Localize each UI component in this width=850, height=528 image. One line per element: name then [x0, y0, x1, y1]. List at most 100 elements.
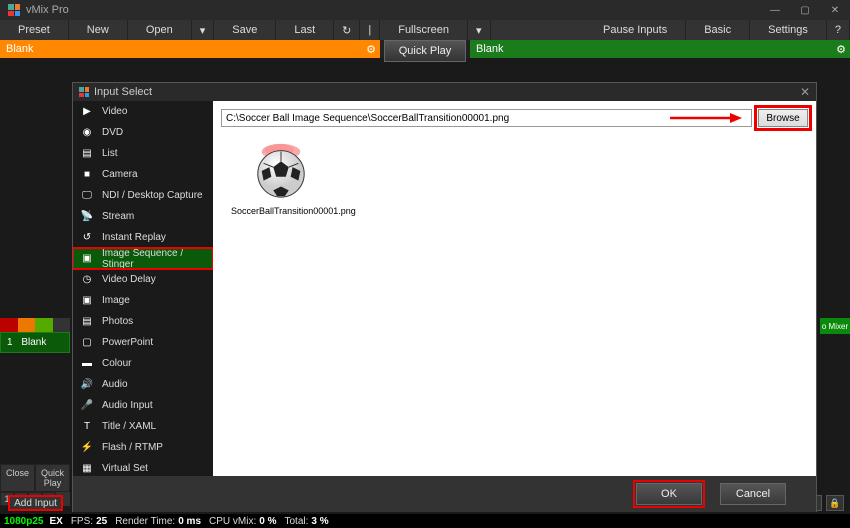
status-fps-label: FPS:: [71, 516, 93, 527]
preset-button[interactable]: Preset: [0, 20, 69, 40]
dialog-titlebar: Input Select ✕: [73, 83, 816, 101]
save-button[interactable]: Save: [214, 20, 276, 40]
fullscreen-button[interactable]: Fullscreen: [380, 20, 468, 40]
status-resolution: 1080p25: [4, 516, 43, 527]
status-total: 3 %: [311, 516, 328, 527]
audio-mixer-button[interactable]: o Mixer: [820, 318, 850, 334]
presentation-icon: ▢: [79, 336, 95, 350]
soccer-ball-icon: [252, 142, 310, 200]
text-icon: T: [79, 420, 95, 434]
status-render: 0 ms: [178, 516, 201, 527]
close-button[interactable]: ✕: [820, 0, 850, 20]
ok-button[interactable]: OK: [636, 483, 702, 505]
sidebar-item-powerpoint[interactable]: ▢PowerPoint: [73, 332, 213, 353]
color-row: [0, 318, 70, 332]
preview-channel[interactable]: Blank ⚙: [0, 40, 380, 58]
titlebar: vMix Pro — ▢ ✕: [0, 0, 850, 20]
dialog-title: Input Select: [94, 86, 152, 98]
mic-icon: 🎤: [79, 399, 95, 413]
sidebar-item-ndi[interactable]: 🖵NDI / Desktop Capture: [73, 185, 213, 206]
status-total-label: Total:: [284, 516, 308, 527]
status-fps: 25: [96, 516, 107, 527]
pause-inputs-button[interactable]: Pause Inputs: [585, 20, 686, 40]
dialog-main: Browse: [213, 101, 816, 476]
antenna-icon: 📡: [79, 210, 95, 224]
sidebar-item-list[interactable]: ▤List: [73, 143, 213, 164]
sidebar-item-stream[interactable]: 📡Stream: [73, 206, 213, 227]
gear-icon[interactable]: ⚙: [366, 43, 376, 56]
photos-icon: ▤: [79, 315, 95, 329]
speaker-icon: 🔊: [79, 378, 95, 392]
sidebar-item-title[interactable]: TTitle / XAML: [73, 416, 213, 437]
preview-label: Blank: [6, 43, 34, 55]
play-icon: ▶: [79, 105, 95, 119]
input-select-dialog: Input Select ✕ ▶Video ◉DVD ▤List ■Camera…: [72, 82, 817, 512]
app-title: vMix Pro: [26, 4, 69, 16]
input-type-sidebar: ▶Video ◉DVD ▤List ■Camera 🖵NDI / Desktop…: [73, 101, 213, 476]
sidebar-item-video[interactable]: ▶Video: [73, 101, 213, 122]
open-dropdown-icon[interactable]: ▾: [192, 20, 215, 40]
output-channel[interactable]: Blank ⚙: [470, 40, 850, 58]
basic-button[interactable]: Basic: [686, 20, 750, 40]
sidebar-item-virtual-set[interactable]: ▦Virtual Set: [73, 458, 213, 476]
thumbnail-filename: SoccerBallTransition00001.png: [231, 206, 331, 216]
sidebar-item-video-delay[interactable]: ◷Video Delay: [73, 269, 213, 290]
status-cpu-label: CPU vMix:: [209, 516, 256, 527]
sidebar-item-image[interactable]: ▣Image: [73, 290, 213, 311]
camera-icon: ■: [79, 168, 95, 182]
status-bar: 1080p25 EX FPS: 25 Render Time: 0 ms CPU…: [0, 514, 850, 528]
dialog-footer: OK Cancel: [73, 476, 816, 512]
image-icon: ▣: [79, 294, 95, 308]
close-icon[interactable]: ✕: [800, 85, 810, 99]
settings-button[interactable]: Settings: [750, 20, 827, 40]
input-number: 1: [7, 337, 13, 348]
separator-icon: |: [360, 20, 380, 40]
app-logo-icon: [8, 4, 20, 16]
sidebar-item-image-sequence[interactable]: ▣Image Sequence / Stinger: [73, 248, 213, 269]
app-logo-icon: [79, 87, 89, 97]
sidebar-item-audio-input[interactable]: 🎤Audio Input: [73, 395, 213, 416]
clock-icon: ◷: [79, 273, 95, 287]
new-button[interactable]: New: [69, 20, 128, 40]
sidebar-item-colour[interactable]: ▬Colour: [73, 353, 213, 374]
virtualset-icon: ▦: [79, 462, 95, 476]
close-button[interactable]: Close: [0, 464, 35, 492]
open-button[interactable]: Open: [128, 20, 192, 40]
status-cpu: 0 %: [259, 516, 276, 527]
cancel-button[interactable]: Cancel: [720, 483, 786, 505]
input-1[interactable]: 1 Blank: [0, 332, 70, 353]
sidebar-item-flash[interactable]: ⚡Flash / RTMP: [73, 437, 213, 458]
image-seq-icon: ▣: [79, 252, 95, 266]
quick-play-button[interactable]: Quick Play: [384, 40, 466, 62]
quick-play-small-button[interactable]: Quick Play: [35, 464, 70, 492]
maximize-button[interactable]: ▢: [790, 0, 820, 20]
sidebar-item-replay[interactable]: ↺Instant Replay: [73, 227, 213, 248]
add-input-button[interactable]: Add Input: [8, 495, 63, 511]
last-button[interactable]: Last: [276, 20, 334, 40]
flash-icon: ⚡: [79, 441, 95, 455]
gear-icon[interactable]: ⚙: [836, 43, 846, 56]
colour-icon: ▬: [79, 357, 95, 371]
lock-icon[interactable]: 🔒: [826, 495, 844, 511]
fullscreen-dropdown-icon[interactable]: ▾: [468, 20, 491, 40]
list-icon: ▤: [79, 147, 95, 161]
minimize-button[interactable]: —: [760, 0, 790, 20]
input-panel: 1 Blank: [0, 318, 70, 353]
output-label: Blank: [476, 43, 504, 55]
undo-icon[interactable]: ↻: [334, 20, 360, 40]
replay-icon: ↺: [79, 231, 95, 245]
disc-icon: ◉: [79, 126, 95, 140]
help-icon[interactable]: ?: [827, 20, 850, 40]
status-render-label: Render Time:: [115, 516, 175, 527]
menubar: Preset New Open ▾ Save Last ↻ | Fullscre…: [0, 20, 850, 40]
file-thumbnail[interactable]: SoccerBallTransition00001.png: [231, 142, 331, 216]
input-label: Blank: [21, 337, 46, 348]
sidebar-item-photos[interactable]: ▤Photos: [73, 311, 213, 332]
sidebar-item-camera[interactable]: ■Camera: [73, 164, 213, 185]
status-ex: EX: [49, 516, 62, 527]
monitor-icon: 🖵: [79, 189, 95, 203]
sidebar-item-dvd[interactable]: ◉DVD: [73, 122, 213, 143]
annotation-arrow-icon: [670, 111, 742, 125]
browse-button[interactable]: Browse: [758, 109, 808, 127]
sidebar-item-audio[interactable]: 🔊Audio: [73, 374, 213, 395]
